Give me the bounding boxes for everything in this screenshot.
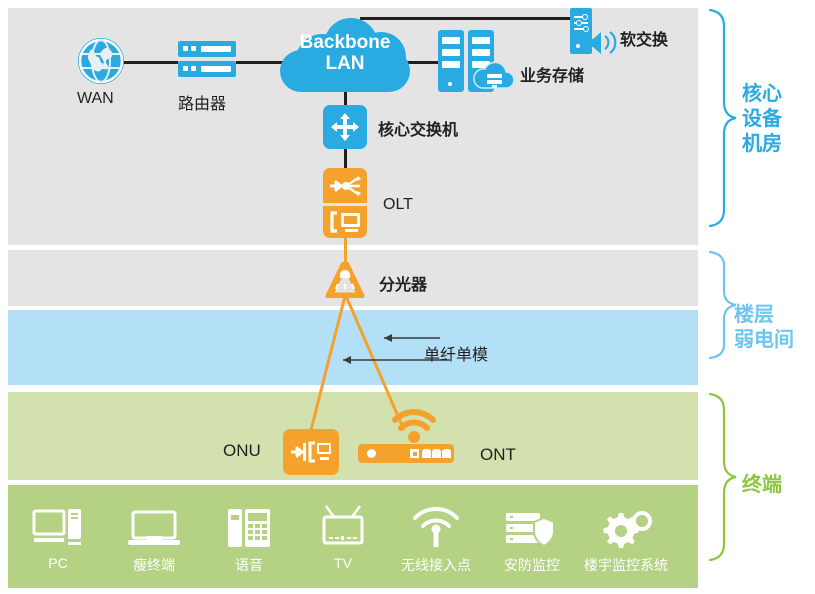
building-control-icon xyxy=(578,503,674,549)
link-coreswitch-olt xyxy=(344,148,347,168)
terminal-label-building-control: 楼宇监控系统 xyxy=(584,557,668,573)
onu-icon xyxy=(283,429,339,475)
terminal-label-voice: 语音 xyxy=(235,557,263,573)
onu-label: ONU xyxy=(223,441,261,460)
backbone-line-1: Backbone xyxy=(299,32,391,53)
olt-icon xyxy=(323,168,367,238)
wan-label: WAN xyxy=(77,90,114,107)
olt-node[interactable]: OLT xyxy=(323,168,413,238)
terminal-label-thin-client: 瘦终端 xyxy=(133,557,175,573)
softswitch-label: 软交换 xyxy=(620,32,669,49)
link-wan-router xyxy=(124,61,178,64)
backbone-lan-label: Backbone LAN xyxy=(280,32,410,74)
zone-core-line-1: 核心 xyxy=(742,83,782,105)
globe-icon xyxy=(78,38,124,84)
television-icon xyxy=(295,503,391,549)
core-switch-node[interactable]: 核心交换机 xyxy=(323,105,458,149)
terminal-item-thin-client[interactable]: 瘦终端 xyxy=(106,503,202,575)
zone-label-terminal: 终端 xyxy=(742,473,782,498)
zone-core-line-2: 设备 xyxy=(742,108,782,130)
router-label: 路由器 xyxy=(178,96,227,113)
terminal-item-security[interactable]: 安防监控 xyxy=(484,503,580,575)
backbone-line-2: LAN xyxy=(325,53,365,74)
thin-client-icon xyxy=(106,503,202,549)
softswitch-icon xyxy=(570,8,617,54)
terminal-item-wireless-ap[interactable]: 无线接入点 xyxy=(388,503,484,575)
terminal-item-tv[interactable]: TV xyxy=(295,503,391,571)
storage-node[interactable]: 业务存储 xyxy=(438,30,584,92)
zone-floor-line-2: 弱电间 xyxy=(734,329,794,351)
terminal-label-pc: PC xyxy=(48,555,68,571)
zone-label-floor-room: 楼层 弱电间 xyxy=(734,303,794,353)
terminal-item-voice[interactable]: 语音 xyxy=(201,503,297,575)
terminal-item-building-control[interactable]: 楼宇监控系统 xyxy=(578,503,674,575)
core-switch-icon xyxy=(323,105,367,149)
core-switch-label: 核心交换机 xyxy=(378,122,459,139)
olt-label: OLT xyxy=(383,196,413,213)
zone-term-line-1: 终端 xyxy=(742,474,782,496)
wireless-ap-icon xyxy=(388,503,484,549)
ont-label: ONT xyxy=(480,445,516,464)
zone-core-line-3: 机房 xyxy=(742,133,782,155)
zone-band-terminal-upper xyxy=(8,392,698,480)
wan-node[interactable]: WAN xyxy=(77,38,124,107)
desktop-pc-icon xyxy=(10,503,106,549)
zone-brackets xyxy=(708,8,737,562)
router-icon xyxy=(178,41,236,57)
network-topology-diagram: WAN 路由器 Backbone LAN 业务存储 软交换 核心交换机 OLT … xyxy=(0,0,815,594)
terminal-label-security: 安防监控 xyxy=(504,557,560,573)
terminal-item-pc[interactable]: PC xyxy=(10,503,106,571)
terminal-label-wireless-ap: 无线接入点 xyxy=(401,557,471,573)
splitter-icon xyxy=(325,259,365,300)
server-storage-icon xyxy=(438,30,515,92)
onu-node[interactable]: ONU xyxy=(223,429,339,475)
terminal-label-tv: TV xyxy=(334,555,352,571)
backbone-lan-node[interactable]: Backbone LAN xyxy=(280,18,410,92)
zone-floor-line-1: 楼层 xyxy=(734,304,774,326)
fiber-link-label: 单纤单模 xyxy=(424,347,489,364)
softswitch-node[interactable]: 软交换 xyxy=(570,8,668,54)
splitter-label: 分光器 xyxy=(379,277,428,294)
splitter-node[interactable]: 分光器 xyxy=(325,259,427,300)
router-node[interactable]: 路由器 xyxy=(178,41,236,113)
security-monitor-icon xyxy=(484,503,580,549)
storage-label: 业务存储 xyxy=(520,68,585,85)
telephone-icon xyxy=(201,503,297,549)
zone-label-core-room: 核心 设备 机房 xyxy=(742,82,782,157)
